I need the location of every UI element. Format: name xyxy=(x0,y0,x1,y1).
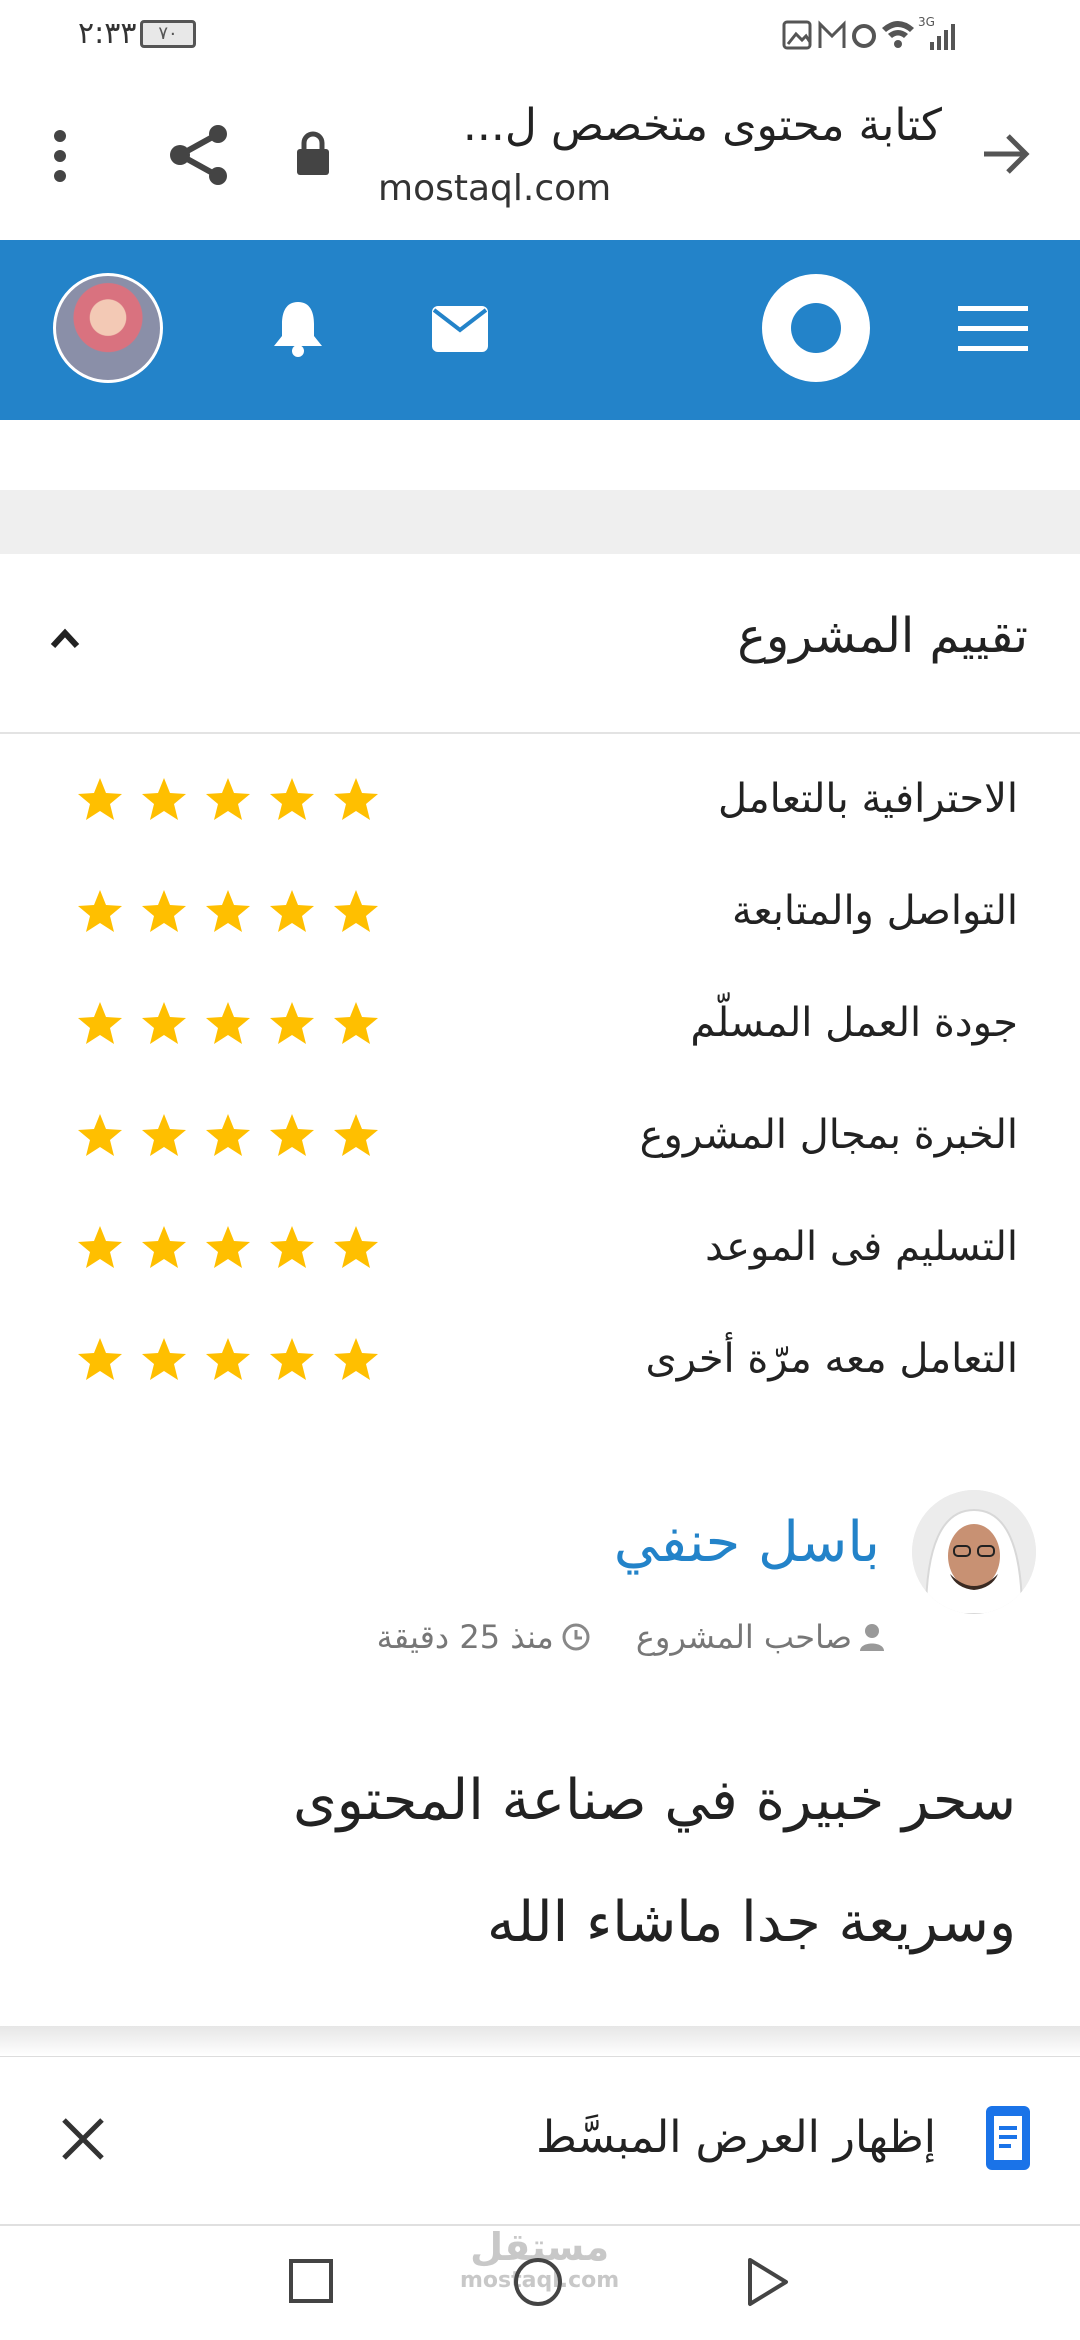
review-line-1: سحر خبيرة في صناعة المحتوى xyxy=(292,1768,1016,1833)
section-separator xyxy=(0,490,1080,554)
star-icon xyxy=(334,1114,378,1156)
star-icon xyxy=(206,1114,250,1156)
page-title[interactable]: كتابة محتوى متخصص ل... xyxy=(463,100,942,151)
review-line-2: وسريعة جدا ماشاء الله xyxy=(486,1890,1016,1955)
reviewer-name[interactable]: باسل حنفي xyxy=(614,1510,880,1575)
document-icon xyxy=(986,2106,1030,2170)
user-icon xyxy=(860,1623,884,1651)
rating-label: الخبرة بمجال المشروع xyxy=(639,1112,1018,1158)
star-icon xyxy=(334,890,378,932)
star-rating xyxy=(76,1336,380,1384)
rating-row: التواصل والمتابعة xyxy=(0,876,1080,956)
star-icon xyxy=(270,1226,314,1268)
star-icon xyxy=(206,1338,250,1380)
reviewer-meta: صاحب المشروع منذ 25 دقيقة xyxy=(377,1618,884,1656)
recent-apps-icon[interactable] xyxy=(288,2258,334,2304)
star-icon xyxy=(206,1002,250,1044)
star-rating xyxy=(76,776,380,824)
section-title: تقييم المشروع xyxy=(737,608,1028,664)
star-icon xyxy=(142,1226,186,1268)
bell-icon[interactable] xyxy=(270,298,326,358)
divider xyxy=(0,732,1080,734)
star-icon xyxy=(78,1338,122,1380)
star-icon xyxy=(142,778,186,820)
review-text: سحر خبيرة في صناعة المحتوى وسريعة جدا ما… xyxy=(116,1740,1016,1984)
star-icon xyxy=(270,1338,314,1380)
star-icon xyxy=(270,1114,314,1156)
mostaql-logo[interactable] xyxy=(762,274,870,382)
rating-label: الاحترافية بالتعامل xyxy=(717,776,1018,822)
rating-label: التعامل معه مرّة أخرى xyxy=(645,1336,1018,1382)
star-icon xyxy=(270,890,314,932)
star-icon xyxy=(270,778,314,820)
star-icon xyxy=(78,890,122,932)
close-icon[interactable] xyxy=(60,2116,106,2162)
review-time: منذ 25 دقيقة xyxy=(376,1618,554,1656)
star-icon xyxy=(78,1002,122,1044)
back-icon[interactable] xyxy=(746,2256,790,2308)
star-icon xyxy=(334,1338,378,1380)
battery-icon: ٧٠ xyxy=(140,20,196,48)
sync-icon xyxy=(852,24,876,48)
rating-row: الخبرة بمجال المشروع xyxy=(0,1100,1080,1180)
star-icon xyxy=(334,1226,378,1268)
star-icon xyxy=(142,1114,186,1156)
rating-row: التعامل معه مرّة أخرى xyxy=(0,1324,1080,1404)
simplified-view-label[interactable]: إظهار العرض المبسَّط xyxy=(536,2112,936,2163)
hamburger-menu-icon[interactable] xyxy=(958,306,1028,352)
star-rating xyxy=(76,1000,380,1048)
wifi-icon xyxy=(882,21,914,48)
status-icons: 3G xyxy=(780,14,1020,58)
rating-row: الاحترافية بالتعامل xyxy=(0,764,1080,844)
rating-label: جودة العمل المسلّم xyxy=(690,1000,1018,1046)
clock-icon xyxy=(562,1623,590,1651)
star-icon xyxy=(142,1338,186,1380)
forward-arrow-icon[interactable] xyxy=(980,132,1032,176)
reviewer-avatar[interactable] xyxy=(912,1490,1036,1614)
star-icon xyxy=(78,778,122,820)
star-icon xyxy=(206,1226,250,1268)
user-avatar[interactable] xyxy=(53,273,163,383)
star-icon xyxy=(270,1002,314,1044)
browser-bar xyxy=(0,70,1080,240)
lock-icon xyxy=(296,130,330,176)
share-icon[interactable] xyxy=(166,122,232,188)
gmail-icon xyxy=(818,20,846,48)
rating-row: جودة العمل المسلّم xyxy=(0,988,1080,1068)
rating-label: التسليم فى الموعد xyxy=(705,1224,1018,1270)
star-icon xyxy=(78,1114,122,1156)
star-icon xyxy=(206,890,250,932)
home-icon[interactable] xyxy=(512,2256,564,2308)
url-domain[interactable]: mostaql.com xyxy=(378,168,611,209)
rating-row: التسليم فى الموعد xyxy=(0,1212,1080,1292)
bar-shadow xyxy=(0,2026,1080,2056)
star-icon xyxy=(142,890,186,932)
status-time: ٢:٣٣ xyxy=(78,16,137,51)
star-icon xyxy=(334,1002,378,1044)
rating-label: التواصل والمتابعة xyxy=(732,888,1018,934)
star-rating xyxy=(76,888,380,936)
star-rating xyxy=(76,1112,380,1160)
reviewer-role: صاحب المشروع xyxy=(635,1618,852,1656)
image-notification-icon xyxy=(782,20,812,50)
chevron-up-icon[interactable] xyxy=(48,626,82,650)
more-options-icon[interactable] xyxy=(50,128,70,184)
star-icon xyxy=(334,778,378,820)
network-type: 3G xyxy=(918,15,935,29)
star-icon xyxy=(142,1002,186,1044)
mail-icon[interactable] xyxy=(432,306,488,352)
star-icon xyxy=(78,1226,122,1268)
star-icon xyxy=(206,778,250,820)
star-rating xyxy=(76,1224,380,1272)
